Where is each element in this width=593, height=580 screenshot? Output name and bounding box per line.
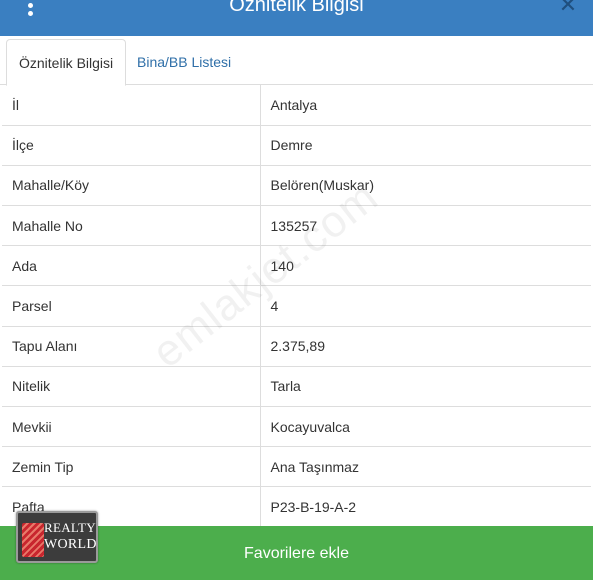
realty-world-logo: REALTY WORLD (16, 511, 98, 563)
attribute-value: Ana Taşınmaz (260, 446, 591, 487)
tab-bina-bb-listesi[interactable]: Bina/BB Listesi (125, 39, 243, 86)
dialog-header: Öznitelik Bilgisi ✕ (0, 0, 593, 36)
attribute-key: Tapu Alanı (2, 325, 261, 367)
attribute-value: Kocayuvalca (260, 405, 591, 447)
attribute-table-container: İl Antalya İlçe Demre Mahalle/Köy Belöre… (2, 85, 591, 526)
attribute-value: Belören(Muskar) (260, 164, 591, 206)
table-row: Mahalle No 135257 (2, 205, 591, 246)
attribute-value: 2.375,89 (260, 325, 591, 367)
tab-oznitelik-bilgisi[interactable]: Öznitelik Bilgisi (6, 39, 127, 86)
tab-bar: Öznitelik Bilgisi Bina/BB Listesi (0, 36, 593, 86)
attribute-table: İl Antalya İlçe Demre Mahalle/Köy Belöre… (2, 85, 591, 526)
attribute-value: 135257 (260, 205, 591, 246)
attribute-key: Zemin Tip (2, 446, 261, 487)
table-row: Tapu Alanı 2.375,89 (2, 325, 591, 367)
dialog-title: Öznitelik Bilgisi (229, 0, 364, 16)
table-row: Nitelik Tarla (2, 365, 591, 407)
attribute-value: Antalya (270, 96, 318, 113)
table-row: Parsel 4 (2, 285, 591, 327)
attribute-value: 4 (260, 285, 591, 327)
attribute-key: Mahalle No (2, 205, 261, 246)
attribute-key: İl (2, 85, 261, 126)
attribute-key: Ada (2, 245, 261, 286)
logo-text-line1: REALTY (44, 520, 96, 535)
close-icon[interactable]: ✕ (557, 0, 579, 16)
table-row: İlçe Demre (2, 124, 591, 166)
attribute-key: Mevkii (2, 405, 261, 447)
attribute-key: Nitelik (2, 365, 261, 407)
table-row: Mahalle/Köy Belören(Muskar) (2, 164, 591, 206)
attribute-value: 140 (260, 245, 591, 286)
attribute-key: Parsel (2, 285, 261, 327)
table-row: Ada 140 (2, 245, 591, 286)
attribute-key: İlçe (2, 124, 261, 166)
table-row: Mevkii Kocayuvalca (2, 405, 591, 447)
attribute-key: Mahalle/Köy (2, 164, 261, 206)
attribute-value: Tarla (260, 365, 591, 407)
logo-mark-icon (22, 523, 44, 557)
logo-text-line2: WORLD (44, 537, 97, 552)
attribute-value: P23-B-19-A-2 (260, 486, 591, 526)
table-row: İl Antalya (2, 85, 591, 126)
attribute-value: Demre (260, 124, 591, 166)
table-row: Zemin Tip Ana Taşınmaz (2, 446, 591, 487)
